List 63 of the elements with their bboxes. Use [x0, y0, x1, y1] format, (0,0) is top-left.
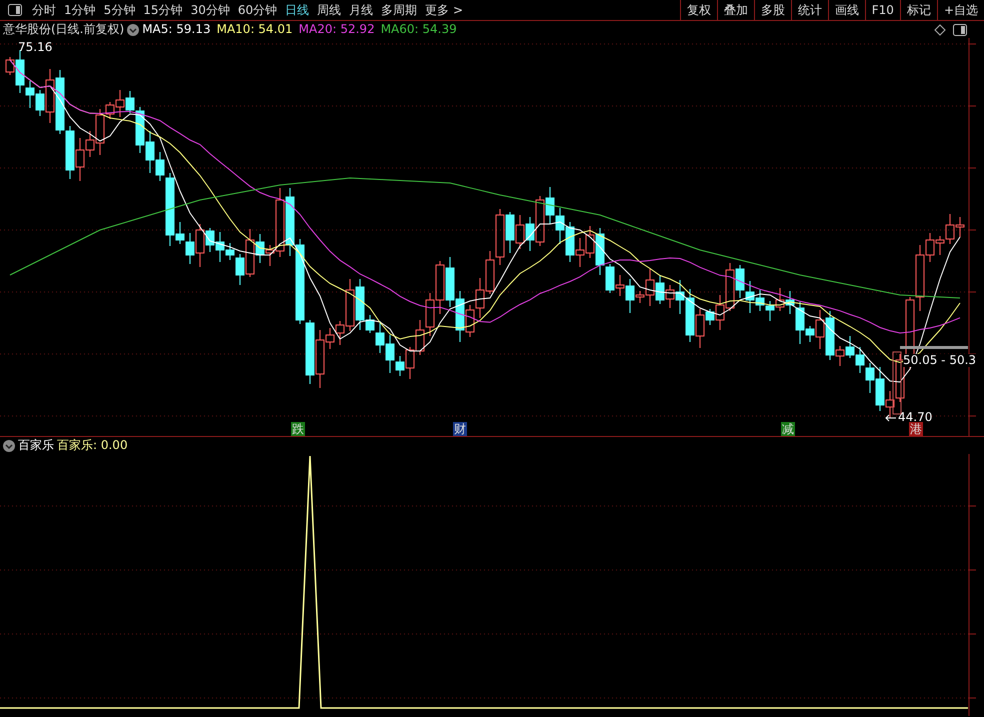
- candlestick: [306, 320, 314, 384]
- period-tab[interactable]: 月线: [345, 0, 378, 20]
- candlestick: [856, 346, 864, 374]
- candlestick: [446, 256, 454, 308]
- candlestick: [186, 232, 194, 264]
- candlestick: [656, 274, 664, 304]
- candlestick: [496, 208, 504, 266]
- arrow-left-icon: [885, 414, 897, 422]
- candlestick: [576, 238, 584, 268]
- low-price-label: 44.70: [898, 411, 932, 424]
- moving-average-label: MA20: 52.92: [298, 21, 375, 38]
- toolbar-button[interactable]: 多股: [754, 0, 791, 20]
- price-range-label: 50.05 - 50.3: [903, 354, 976, 367]
- toolbar-button[interactable]: 复权: [680, 0, 717, 20]
- period-tab[interactable]: 5分钟: [100, 0, 140, 20]
- panel-toggle-icon[interactable]: [953, 24, 967, 36]
- chart-title: 意华股份(日线.前复权): [3, 21, 124, 38]
- candlestick: [486, 250, 494, 294]
- candlestick: [766, 300, 774, 322]
- moving-average-label: MA10: 54.01: [216, 21, 293, 38]
- candlestick: [556, 208, 564, 244]
- toolbar-button[interactable]: 叠加: [716, 0, 754, 20]
- moving-average-label: MA60: 54.39: [380, 21, 457, 38]
- period-tab[interactable]: 30分钟: [186, 0, 234, 20]
- period-tab[interactable]: 日线: [281, 0, 314, 20]
- chevron-down-icon[interactable]: [3, 440, 15, 452]
- period-tab[interactable]: 分时: [28, 0, 60, 20]
- candlestick: [476, 278, 484, 318]
- candlestick: [566, 222, 574, 262]
- event-marker: 减: [781, 422, 795, 436]
- candlestick: [66, 126, 74, 180]
- candlestick: [546, 186, 554, 224]
- candlestick: [506, 212, 514, 254]
- period-tab[interactable]: 更多 >: [421, 0, 467, 20]
- indicator-name: 百家乐: [18, 437, 54, 454]
- candlestick: [436, 260, 444, 314]
- candlestick: [516, 214, 524, 250]
- panel-toggle-icon[interactable]: [8, 4, 22, 16]
- candlestick: [416, 320, 424, 356]
- toolbar-button[interactable]: F10: [864, 0, 900, 20]
- period-tab[interactable]: 多周期: [377, 0, 422, 20]
- toolbar-button[interactable]: 标记: [900, 0, 937, 20]
- candlestick: [776, 288, 784, 312]
- chevron-down-icon[interactable]: [127, 24, 140, 36]
- event-marker: 港: [909, 422, 923, 436]
- toolbar-button[interactable]: +自选: [936, 0, 984, 20]
- candlestick: [286, 188, 294, 256]
- period-tab[interactable]: 15分钟: [139, 0, 187, 20]
- period-tab[interactable]: 1分钟: [60, 0, 100, 20]
- period-tab[interactable]: 60分钟: [234, 0, 282, 20]
- toolbar-button[interactable]: 统计: [790, 0, 828, 20]
- high-price-label: 75.16: [18, 41, 52, 54]
- indicator-value: 百家乐: 0.00: [57, 437, 128, 454]
- candlestick: [846, 336, 854, 358]
- moving-average-label: MA5: 59.13: [142, 21, 211, 38]
- event-marker: 跌: [291, 422, 305, 436]
- event-marker: 财: [453, 422, 467, 436]
- candlestick: [426, 292, 434, 336]
- range-bar: [900, 346, 968, 349]
- diamond-icon[interactable]: [934, 24, 946, 36]
- toolbar-button[interactable]: 画线: [828, 0, 865, 20]
- candlestick: [56, 70, 64, 134]
- period-tab[interactable]: 周线: [313, 0, 346, 20]
